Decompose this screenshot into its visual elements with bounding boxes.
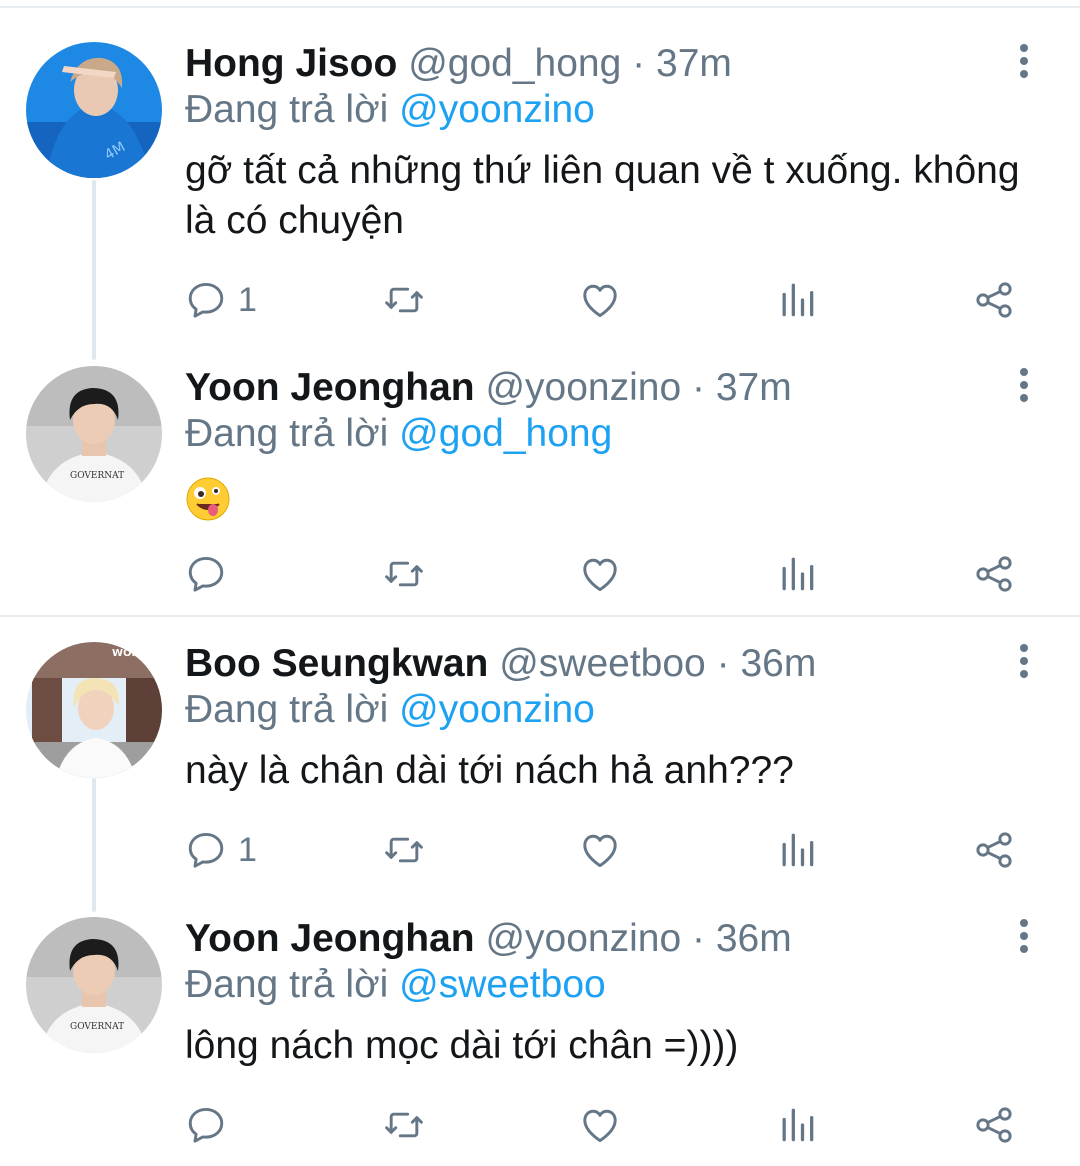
separator: · bbox=[716, 642, 730, 685]
heart-icon bbox=[578, 1103, 622, 1147]
action-bar bbox=[0, 1097, 1080, 1153]
replying-to-handle[interactable]: @sweetboo bbox=[399, 963, 606, 1006]
replying-to-label: Đang trả lời bbox=[185, 88, 389, 131]
tweet[interactable]: Yoon Jeonghan @yoonzino · 37m Đang trả l… bbox=[0, 364, 1080, 604]
reply-button[interactable]: 1 bbox=[184, 822, 257, 878]
reply-icon bbox=[184, 278, 228, 322]
more-options-icon[interactable] bbox=[1012, 644, 1036, 688]
analytics-button[interactable] bbox=[775, 546, 819, 602]
share-button[interactable] bbox=[972, 546, 1016, 602]
separator: · bbox=[692, 366, 706, 409]
share-button[interactable] bbox=[972, 1097, 1016, 1153]
user-handle[interactable]: @yoonzino bbox=[485, 366, 681, 409]
tweet[interactable]: Boo Seungkwan @sweetboo · 36m Đang trả l… bbox=[0, 640, 1080, 890]
timestamp[interactable]: 37m bbox=[716, 366, 792, 409]
retweet-icon bbox=[382, 1103, 426, 1147]
replying-to-label: Đang trả lời bbox=[185, 963, 389, 1006]
retweet-button[interactable] bbox=[382, 272, 426, 328]
analytics-icon bbox=[775, 1103, 819, 1147]
analytics-icon bbox=[775, 278, 819, 322]
retweet-button[interactable] bbox=[382, 546, 426, 602]
user-handle[interactable]: @yoonzino bbox=[485, 917, 681, 960]
replying-to-label: Đang trả lời bbox=[185, 688, 389, 731]
analytics-button[interactable] bbox=[775, 1097, 819, 1153]
like-button[interactable] bbox=[578, 1097, 622, 1153]
like-button[interactable] bbox=[578, 546, 622, 602]
share-icon bbox=[972, 278, 1016, 322]
timestamp[interactable]: 37m bbox=[656, 42, 732, 85]
avatar[interactable] bbox=[26, 366, 162, 502]
reply-icon bbox=[184, 828, 228, 872]
reply-icon bbox=[184, 1103, 228, 1147]
tweet-header: Yoon Jeonghan @yoonzino · 36m bbox=[185, 915, 792, 963]
top-border bbox=[0, 0, 1080, 8]
replying-to: Đang trả lời @yoonzino bbox=[185, 686, 595, 734]
tweet[interactable]: Yoon Jeonghan @yoonzino · 36m Đang trả l… bbox=[0, 915, 1080, 1165]
retweet-icon bbox=[382, 552, 426, 596]
analytics-icon bbox=[775, 828, 819, 872]
tweet[interactable]: Hong Jisoo @god_hong · 37m Đang trả lời … bbox=[0, 40, 1080, 340]
like-button[interactable] bbox=[578, 272, 622, 328]
replying-to: Đang trả lời @yoonzino bbox=[185, 86, 595, 134]
heart-icon bbox=[578, 828, 622, 872]
reply-button[interactable] bbox=[184, 1097, 228, 1153]
more-options-icon[interactable] bbox=[1012, 919, 1036, 963]
heart-icon bbox=[578, 552, 622, 596]
more-options-icon[interactable] bbox=[1012, 44, 1036, 88]
tweet-text: này là chân dài tới nách hả anh??? bbox=[185, 749, 794, 792]
share-button[interactable] bbox=[972, 822, 1016, 878]
reply-button[interactable] bbox=[184, 546, 228, 602]
replying-to-label: Đang trả lời bbox=[185, 412, 389, 455]
tweet-header: Hong Jisoo @god_hong · 37m bbox=[185, 40, 732, 88]
action-bar: 1 bbox=[0, 822, 1080, 878]
avatar[interactable] bbox=[26, 917, 162, 1053]
retweet-icon bbox=[382, 278, 426, 322]
like-button[interactable] bbox=[578, 822, 622, 878]
analytics-icon bbox=[775, 552, 819, 596]
share-icon bbox=[972, 1103, 1016, 1147]
replying-to: Đang trả lời @sweetboo bbox=[185, 961, 606, 1009]
heart-icon bbox=[578, 278, 622, 322]
zany-face-emoji bbox=[185, 476, 231, 522]
avatar[interactable] bbox=[26, 42, 162, 178]
replying-to-handle[interactable]: @yoonzino bbox=[399, 88, 595, 131]
avatar[interactable] bbox=[26, 642, 162, 778]
user-handle[interactable]: @god_hong bbox=[408, 42, 621, 85]
user-handle[interactable]: @sweetboo bbox=[499, 642, 706, 685]
action-bar: 1 bbox=[0, 272, 1080, 328]
tweet-text: lông nách mọc dài tới chân =)))) bbox=[185, 1024, 739, 1067]
reply-count: 1 bbox=[238, 830, 257, 869]
analytics-button[interactable] bbox=[775, 272, 819, 328]
reply-icon bbox=[184, 552, 228, 596]
timestamp[interactable]: 36m bbox=[716, 917, 792, 960]
tweet-header: Yoon Jeonghan @yoonzino · 37m bbox=[185, 364, 792, 412]
conversation-divider bbox=[0, 615, 1080, 617]
retweet-button[interactable] bbox=[382, 822, 426, 878]
action-bar bbox=[0, 546, 1080, 602]
share-icon bbox=[972, 828, 1016, 872]
reply-button[interactable]: 1 bbox=[184, 272, 257, 328]
share-button[interactable] bbox=[972, 272, 1016, 328]
retweet-icon bbox=[382, 828, 426, 872]
retweet-button[interactable] bbox=[382, 1097, 426, 1153]
display-name[interactable]: Boo Seungkwan bbox=[185, 642, 488, 685]
reply-count: 1 bbox=[238, 280, 257, 319]
display-name[interactable]: Yoon Jeonghan bbox=[185, 917, 475, 960]
replying-to-handle[interactable]: @yoonzino bbox=[399, 688, 595, 731]
separator: · bbox=[692, 917, 706, 960]
analytics-button[interactable] bbox=[775, 822, 819, 878]
share-icon bbox=[972, 552, 1016, 596]
replying-to: Đang trả lời @god_hong bbox=[185, 410, 612, 458]
display-name[interactable]: Hong Jisoo bbox=[185, 42, 397, 85]
more-options-icon[interactable] bbox=[1012, 368, 1036, 412]
timestamp[interactable]: 36m bbox=[740, 642, 816, 685]
tweet-header: Boo Seungkwan @sweetboo · 36m bbox=[185, 640, 816, 688]
display-name[interactable]: Yoon Jeonghan bbox=[185, 366, 475, 409]
tweet-text: gỡ tất cả những thứ liên quan về t xuống… bbox=[185, 149, 1020, 242]
replying-to-handle[interactable]: @god_hong bbox=[399, 412, 612, 455]
separator: · bbox=[632, 42, 646, 85]
